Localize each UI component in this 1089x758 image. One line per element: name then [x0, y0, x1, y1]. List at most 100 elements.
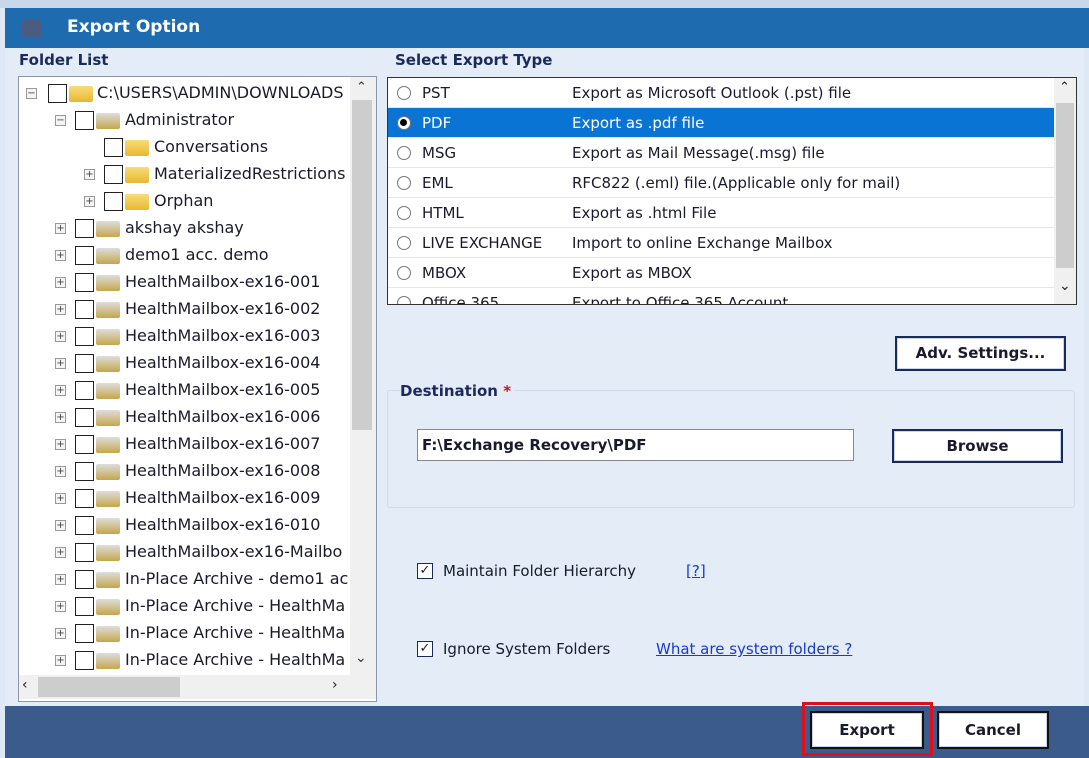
tree-item-checkbox[interactable]	[75, 354, 94, 373]
tree-item-checkbox[interactable]	[48, 84, 67, 103]
tree-item[interactable]: + HealthMailbox-ex16-001	[19, 269, 359, 296]
tree-item-checkbox[interactable]	[75, 327, 94, 346]
tree-item-checkbox[interactable]	[75, 273, 94, 292]
tree-item[interactable]: + demo1 acc. demo	[19, 242, 359, 269]
tree-item-checkbox[interactable]	[75, 570, 94, 589]
tree-item-checkbox[interactable]	[75, 624, 94, 643]
tree-horizontal-scroll-thumb[interactable]	[38, 677, 180, 697]
expand-icon[interactable]: +	[55, 466, 66, 477]
scroll-down-icon[interactable]: ⌄	[1059, 278, 1071, 294]
scroll-left-icon[interactable]: ‹	[22, 677, 28, 693]
tree-item[interactable]: + HealthMailbox-ex16-009	[19, 485, 359, 512]
expand-icon[interactable]: +	[55, 331, 66, 342]
export-type-option[interactable]: EML RFC822 (.eml) file.(Applicable only f…	[388, 168, 1054, 198]
tree-item[interactable]: − C:\USERS\ADMIN\DOWNLOADS	[19, 80, 359, 107]
expand-icon[interactable]: +	[55, 358, 66, 369]
export-type-option[interactable]: PST Export as Microsoft Outlook (.pst) fi…	[388, 78, 1054, 108]
tree-item-checkbox[interactable]	[75, 543, 94, 562]
tree-item[interactable]: + HealthMailbox-ex16-007	[19, 431, 359, 458]
tree-item[interactable]: + HealthMailbox-ex16-006	[19, 404, 359, 431]
radio-button[interactable]	[397, 146, 411, 160]
system-folders-help-link[interactable]: What are system folders ?	[656, 640, 852, 658]
radio-button[interactable]	[397, 176, 411, 190]
tree-item-checkbox[interactable]	[75, 408, 94, 427]
expand-icon[interactable]: +	[55, 547, 66, 558]
tree-item-checkbox[interactable]	[75, 651, 94, 670]
tree-vertical-scroll-thumb[interactable]	[352, 100, 372, 430]
tree-item[interactable]: + Orphan	[19, 188, 359, 215]
export-type-option[interactable]: LIVE EXCHANGE Import to online Exchange M…	[388, 228, 1054, 258]
expand-icon[interactable]: +	[55, 655, 66, 666]
tree-item-checkbox[interactable]	[104, 192, 123, 211]
export-type-option[interactable]: Office 365 Export to Office 365 Account	[388, 288, 1054, 304]
scroll-right-icon[interactable]: ›	[332, 677, 338, 693]
tree-item[interactable]: + In-Place Archive - HealthMa	[19, 620, 359, 647]
export-list-scroll-thumb[interactable]	[1056, 103, 1074, 268]
tree-item[interactable]: + HealthMailbox-ex16-010	[19, 512, 359, 539]
radio-button[interactable]	[397, 206, 411, 220]
tree-item[interactable]: + In-Place Archive - HealthMa	[19, 593, 359, 620]
tree-item-checkbox[interactable]	[104, 138, 123, 157]
expand-icon[interactable]: +	[55, 223, 66, 234]
tree-item-checkbox[interactable]	[75, 381, 94, 400]
expand-icon[interactable]: +	[55, 304, 66, 315]
scroll-up-icon[interactable]: ⌃	[356, 80, 367, 95]
tree-item-checkbox[interactable]	[75, 489, 94, 508]
tree-item-checkbox[interactable]	[75, 435, 94, 454]
expand-icon[interactable]: +	[84, 169, 95, 180]
maintain-hierarchy-checkbox[interactable]: ✓	[417, 563, 433, 579]
tree-item[interactable]: + In-Place Archive - demo1 ac	[19, 566, 359, 593]
collapse-icon[interactable]: −	[26, 88, 37, 99]
expand-icon[interactable]: +	[55, 520, 66, 531]
radio-button[interactable]	[397, 266, 411, 280]
expand-icon[interactable]: +	[55, 439, 66, 450]
tree-item[interactable]: + HealthMailbox-ex16-003	[19, 323, 359, 350]
scroll-down-icon[interactable]: ⌄	[355, 650, 367, 666]
expand-icon[interactable]: +	[55, 574, 66, 585]
tree-item-checkbox[interactable]	[104, 165, 123, 184]
tree-item[interactable]: + In-Place Archive - HealthMa	[19, 647, 359, 674]
tree-item[interactable]: + HealthMailbox-ex16-008	[19, 458, 359, 485]
tree-item-checkbox[interactable]	[75, 111, 94, 130]
tree-item-checkbox[interactable]	[75, 462, 94, 481]
expand-icon[interactable]: +	[55, 628, 66, 639]
tree-item-label: HealthMailbox-ex16-Mailbo	[125, 542, 343, 561]
ignore-system-folders-checkbox[interactable]: ✓	[417, 641, 433, 657]
cancel-button[interactable]: Cancel	[937, 711, 1049, 749]
collapse-icon[interactable]: −	[55, 115, 66, 126]
browse-button[interactable]: Browse	[892, 429, 1063, 463]
scroll-up-icon[interactable]: ⌃	[1059, 80, 1070, 95]
export-type-option[interactable]: PDF Export as .pdf file	[388, 108, 1054, 138]
expand-icon[interactable]: +	[55, 493, 66, 504]
tree-item[interactable]: Conversations	[19, 134, 359, 161]
tree-item[interactable]: + HealthMailbox-ex16-Mailbo	[19, 539, 359, 566]
tree-item[interactable]: + MaterializedRestrictions	[19, 161, 359, 188]
tree-item-checkbox[interactable]	[75, 246, 94, 265]
export-type-option[interactable]: MBOX Export as MBOX	[388, 258, 1054, 288]
radio-button[interactable]	[397, 116, 411, 130]
hierarchy-help-link[interactable]: [?]	[686, 562, 706, 580]
tree-item[interactable]: − Administrator	[19, 107, 359, 134]
expand-icon[interactable]: +	[55, 412, 66, 423]
export-type-option[interactable]: MSG Export as Mail Message(.msg) file	[388, 138, 1054, 168]
adv-settings-button[interactable]: Adv. Settings...	[895, 336, 1066, 371]
tree-item-checkbox[interactable]	[75, 300, 94, 319]
tree-item-checkbox[interactable]	[75, 516, 94, 535]
expand-icon[interactable]: +	[84, 196, 95, 207]
expand-icon[interactable]: +	[55, 277, 66, 288]
destination-path-input[interactable]: F:\Exchange Recovery\PDF	[417, 429, 854, 461]
tree-item[interactable]: + HealthMailbox-ex16-002	[19, 296, 359, 323]
tree-item-checkbox[interactable]	[75, 597, 94, 616]
radio-button[interactable]	[397, 86, 411, 100]
expand-icon[interactable]: +	[55, 250, 66, 261]
expand-icon[interactable]: +	[55, 385, 66, 396]
expand-icon[interactable]: +	[55, 601, 66, 612]
tree-item[interactable]: + HealthMailbox-ex16-004	[19, 350, 359, 377]
radio-button[interactable]	[397, 236, 411, 250]
tree-item[interactable]: + HealthMailbox-ex16-005	[19, 377, 359, 404]
background-window	[0, 0, 1089, 8]
export-type-option[interactable]: HTML Export as .html File	[388, 198, 1054, 228]
tree-item-checkbox[interactable]	[75, 219, 94, 238]
tree-item[interactable]: + akshay akshay	[19, 215, 359, 242]
radio-button[interactable]	[397, 296, 411, 304]
